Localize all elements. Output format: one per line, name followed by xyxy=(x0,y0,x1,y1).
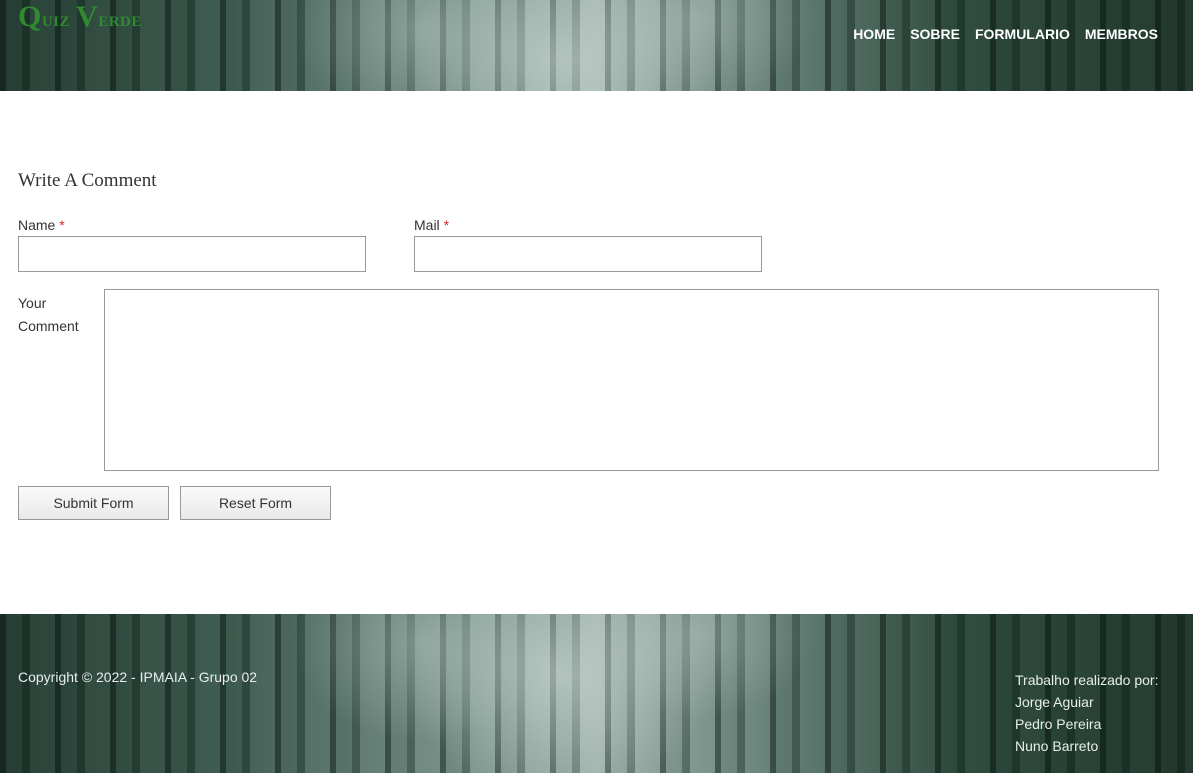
site-logo[interactable]: Quiz Verde xyxy=(18,0,142,36)
member-name: Nuno Barreto xyxy=(1015,738,1099,754)
form-title: Write A Comment xyxy=(18,170,157,191)
copyright-text: Copyright © 2022 - IPMAIA - Grupo 02 xyxy=(18,669,258,685)
required-marker: * xyxy=(443,217,450,233)
credits-title: Trabalho realizado por: xyxy=(1015,672,1159,688)
nav-membros[interactable]: MEMBROS xyxy=(1085,24,1158,44)
name-input[interactable] xyxy=(18,236,366,272)
comment-textarea[interactable] xyxy=(104,289,1159,471)
site-footer: Copyright © 2022 - IPMAIA - Grupo 02 Tra… xyxy=(0,614,1193,773)
logo-initial-q: Q xyxy=(18,0,42,33)
logo-text-quiz: uiz xyxy=(41,6,71,31)
nav-sobre[interactable]: SOBRE xyxy=(910,24,960,44)
nav-formulario[interactable]: FORMULARIO xyxy=(975,24,1070,44)
required-marker: * xyxy=(59,217,65,233)
nav-home[interactable]: HOME xyxy=(853,24,895,44)
reset-button[interactable]: Reset Form xyxy=(180,486,331,520)
main-nav: HOME SOBRE FORMULARIO MEMBROS xyxy=(853,24,1158,44)
credits-block: Trabalho realizado por: Jorge Aguiar Ped… xyxy=(1015,669,1158,757)
mail-input[interactable] xyxy=(414,236,762,272)
logo-initial-v: V xyxy=(76,0,99,33)
mail-label: Mail * xyxy=(414,217,450,233)
site-header: Quiz Verde HOME SOBRE FORMULARIO MEMBROS xyxy=(0,0,1193,91)
logo-text-verde: erde xyxy=(98,6,142,31)
comment-label: Your Comment xyxy=(18,295,79,334)
name-label: Name * xyxy=(18,217,65,233)
member-name: Jorge Aguiar xyxy=(1015,694,1094,710)
member-name: Pedro Pereira xyxy=(1015,716,1102,732)
submit-button[interactable]: Submit Form xyxy=(18,486,169,520)
